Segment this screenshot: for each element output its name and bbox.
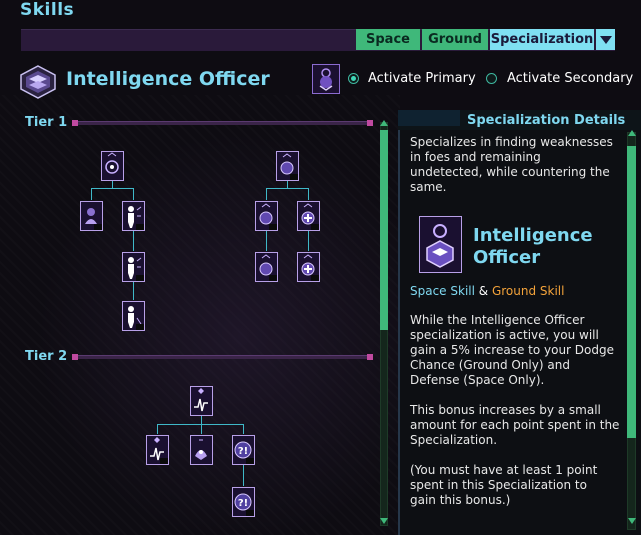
tree-connector (266, 231, 267, 251)
scroll-up-icon[interactable] (380, 120, 388, 126)
details-paragraph-1: While the Intelligence Officer specializ… (410, 313, 614, 387)
tricorder-icon (195, 439, 207, 460)
details-header-tab (398, 110, 460, 126)
chevron-down-icon (600, 36, 612, 44)
intelligence-officer-icon (426, 224, 454, 268)
tree-connector (133, 188, 134, 200)
tree-connector (266, 188, 309, 189)
tree-connector (243, 424, 244, 434)
rank-indicator (311, 224, 319, 230)
intelligence-officer-icon (20, 65, 56, 99)
tier2-divider-cap (72, 354, 78, 360)
skill-node[interactable] (146, 435, 169, 465)
tree-connector (91, 188, 134, 189)
details-spec-title-line1: Intelligence (473, 225, 593, 246)
skill-node[interactable] (80, 201, 103, 231)
tier2-label: Tier 2 (25, 349, 68, 364)
pulse-wave-icon (194, 388, 208, 412)
ground-skill-label: Ground Skill (491, 284, 565, 298)
tab-space[interactable]: Space (356, 29, 420, 50)
skill-node[interactable]: ?! (232, 435, 255, 465)
details-title: Specialization Details (467, 113, 626, 128)
rank-indicator (136, 324, 144, 330)
rank-indicator (246, 510, 254, 516)
tree-connector (91, 188, 92, 200)
skill-node[interactable] (276, 151, 299, 181)
scroll-down-icon[interactable] (380, 518, 388, 524)
skill-node[interactable] (190, 435, 213, 465)
skill-node[interactable] (297, 201, 320, 231)
details-summary: Specializes in finding weaknesses in foe… (410, 135, 613, 194)
tier2-divider-cap (367, 354, 373, 360)
tree-scrollbar-thumb[interactable] (380, 130, 388, 330)
activate-secondary-label[interactable]: Activate Secondary (507, 71, 633, 86)
tier2-divider (77, 355, 370, 359)
tree-background (0, 95, 400, 535)
skill-node[interactable] (255, 201, 278, 231)
tree-connector (157, 424, 158, 434)
tree-connector (308, 231, 309, 251)
details-paragraph-3: (You must have at least 1 point spent in… (410, 463, 598, 507)
tree-connector (287, 180, 288, 188)
space-skill-label: Space Skill (410, 284, 475, 298)
skill-node[interactable] (190, 386, 213, 416)
target-scan-icon (105, 152, 119, 174)
rank-indicator (136, 275, 144, 281)
tier1-divider-cap (367, 120, 373, 126)
skill-node[interactable] (122, 301, 145, 331)
skill-node[interactable] (255, 252, 278, 282)
tier1-divider-cap (72, 120, 78, 126)
rank-indicator (160, 458, 168, 464)
rank-indicator (290, 174, 298, 180)
skill-node[interactable] (122, 201, 145, 231)
details-spec-title: Intelligence Officer (473, 225, 593, 269)
rank-indicator (311, 275, 319, 281)
tab-ground[interactable]: Ground (422, 29, 488, 50)
svg-text:?!: ?! (238, 446, 248, 457)
tab-dropdown-button[interactable] (596, 29, 615, 50)
skill-node[interactable]: ?! (232, 487, 255, 517)
activate-secondary-radio[interactable] (486, 73, 497, 84)
skill-node[interactable] (101, 151, 124, 181)
tree-connector (266, 188, 267, 200)
specialization-icon[interactable] (312, 64, 340, 94)
tier1-label: Tier 1 (25, 115, 68, 130)
details-spec-title-line2: Officer (473, 247, 541, 268)
skill-type-line: Space Skill & Ground Skill (410, 284, 564, 299)
tree-connector (112, 180, 113, 188)
tree-connector (308, 188, 309, 200)
ampersand: & (474, 284, 492, 298)
activate-primary-radio[interactable] (348, 73, 359, 84)
tree-connector (133, 282, 134, 300)
details-scrollbar-thumb[interactable] (627, 146, 636, 438)
rank-indicator (269, 275, 277, 281)
rank-indicator (136, 224, 144, 230)
tier1-divider (77, 121, 370, 125)
rank-indicator (269, 224, 277, 230)
tree-connector (201, 424, 202, 434)
skill-node[interactable] (297, 252, 320, 282)
scroll-up-icon[interactable] (628, 130, 636, 136)
tab-specialization[interactable]: Specialization (490, 29, 594, 50)
rank-indicator (246, 458, 254, 464)
window-title: Skills (20, 0, 75, 20)
tree-connector (243, 465, 244, 486)
skill-node[interactable] (122, 252, 145, 282)
spec-large-icon (419, 216, 462, 273)
svg-text:?!: ?! (238, 498, 248, 509)
details-paragraph-2: This bonus increases by a small amount f… (410, 403, 620, 447)
scanner-icon (319, 68, 333, 91)
rank-indicator (94, 224, 102, 230)
spec-title: Intelligence Officer (66, 68, 270, 90)
tree-connector (133, 231, 134, 251)
scroll-down-icon[interactable] (628, 518, 636, 524)
tree-connector (201, 416, 202, 424)
activate-primary-label[interactable]: Activate Primary (368, 71, 476, 86)
